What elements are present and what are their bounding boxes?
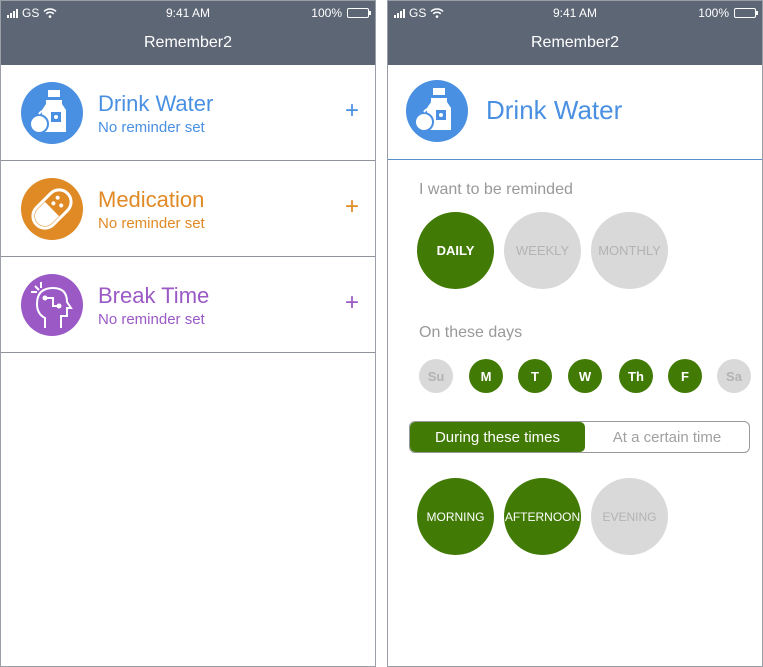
status-bar: GS 9:41 AM 100% <box>388 6 762 20</box>
days-label: On these days <box>419 324 523 341</box>
water-bottle-icon <box>406 80 468 142</box>
battery-percent: 100% <box>698 6 729 20</box>
reminder-status: No reminder set <box>98 119 205 136</box>
frequency-daily-button[interactable]: DAILY <box>417 212 494 289</box>
water-bottle-icon <box>21 82 83 144</box>
reminder-status: No reminder set <box>98 311 205 328</box>
app-title: Remember2 <box>530 34 620 51</box>
reminder-status: No reminder set <box>98 215 205 232</box>
detail-title: Drink Water <box>486 95 623 125</box>
reminder-title: Medication <box>98 187 205 212</box>
add-reminder-button[interactable]: + <box>345 99 359 123</box>
day-su-toggle[interactable]: Su <box>419 359 453 393</box>
add-reminder-button[interactable]: + <box>345 291 359 315</box>
tab-during-these-times[interactable]: During these times <box>410 422 585 452</box>
status-bar: GS 9:41 AM 100% <box>1 6 375 20</box>
day-sa-toggle[interactable]: Sa <box>717 359 751 393</box>
navigation-bar: GS 9:41 AM 100% Remember2 <box>388 1 762 65</box>
day-m-toggle[interactable]: M <box>469 359 503 393</box>
reminder-detail-screen: GS 9:41 AM 100% Remember2 Drink Water I … <box>387 0 763 667</box>
reminder-row-medication[interactable]: Medication No reminder set + <box>1 161 375 257</box>
add-reminder-button[interactable]: + <box>345 195 359 219</box>
navigation-bar: GS 9:41 AM 100% Remember2 <box>1 1 375 65</box>
time-afternoon-button[interactable]: AFTERNOON <box>504 478 581 555</box>
head-circuit-icon <box>21 274 83 336</box>
day-f-toggle[interactable]: F <box>668 359 702 393</box>
day-th-toggle[interactable]: Th <box>619 359 653 393</box>
pill-icon <box>21 178 83 240</box>
day-w-toggle[interactable]: W <box>568 359 602 393</box>
frequency-weekly-button[interactable]: WEEKLY <box>504 212 581 289</box>
detail-header: Drink Water <box>388 65 762 160</box>
tab-at-a-certain-time[interactable]: At a certain time <box>585 422 749 452</box>
time-morning-button[interactable]: MORNING <box>417 478 494 555</box>
mode-segmented-control: During these times At a certain time <box>409 421 750 453</box>
reminder-row-drink-water[interactable]: Drink Water No reminder set + <box>1 65 375 161</box>
reminder-row-break-time[interactable]: Break Time No reminder set + <box>1 257 375 353</box>
frequency-monthly-button[interactable]: MONTHLY <box>591 212 668 289</box>
day-t-toggle[interactable]: T <box>518 359 552 393</box>
battery-percent: 100% <box>311 6 342 20</box>
app-title: Remember2 <box>143 34 233 51</box>
reminder-title: Drink Water <box>98 91 214 116</box>
frequency-label: I want to be reminded <box>419 181 573 198</box>
time-evening-button[interactable]: EVENING <box>591 478 668 555</box>
battery-icon <box>347 8 371 18</box>
reminders-list-screen: GS 9:41 AM 100% Remember2 Drink Water No… <box>0 0 376 667</box>
battery-icon <box>734 8 758 18</box>
reminder-title: Break Time <box>98 283 210 308</box>
